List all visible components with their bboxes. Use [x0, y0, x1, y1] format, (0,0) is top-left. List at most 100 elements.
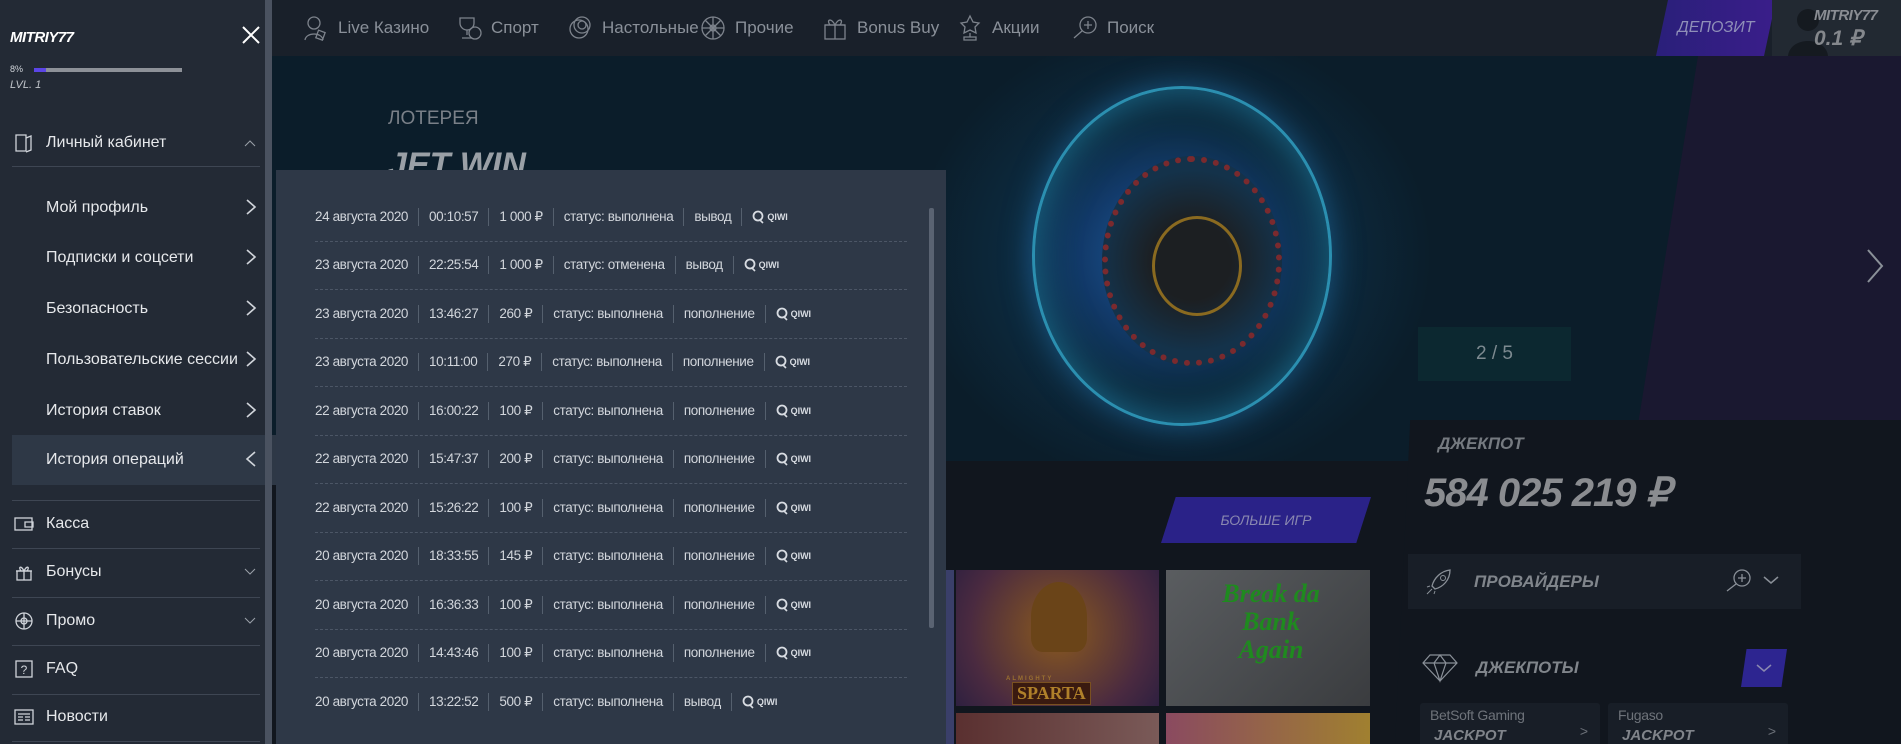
operation-date: 22 августа 2020: [315, 498, 420, 517]
operation-type: пополнение: [674, 595, 766, 614]
nav-live-casino[interactable]: Live Казино: [302, 0, 429, 56]
sidebar-item-sessions[interactable]: Пользовательские сессии: [12, 335, 264, 385]
search-plus-icon[interactable]: [1723, 566, 1753, 596]
operation-row: 22 августа 2020 16:00:22 100 ₽ статус: выпо…: [315, 387, 907, 436]
operation-time: 22:25:54: [419, 256, 490, 275]
operation-amount: 100 ₽: [489, 644, 544, 663]
sidebar-item-subscriptions[interactable]: Подписки и соцсети: [12, 233, 264, 283]
operation-amount: 270 ₽: [488, 353, 543, 372]
operation-date: 20 августа 2020: [315, 693, 420, 712]
qiwi-logo-icon: [776, 598, 788, 612]
qiwi-logo-icon: [776, 646, 788, 660]
operation-date: 23 августа 2020: [315, 304, 420, 323]
chevron-right-icon: >: [1579, 723, 1588, 739]
payment-method: QIWI: [766, 404, 811, 418]
payment-method: QIWI: [766, 646, 811, 660]
payment-method: QIWI: [766, 307, 811, 321]
operations-scrollbar[interactable]: [929, 208, 934, 628]
operation-time: 10:11:00: [419, 353, 489, 372]
jackpot-label: ДЖЕКПОТ: [1438, 434, 1524, 453]
operation-row: 22 августа 2020 15:47:37 200 ₽ статус: выпо…: [315, 436, 907, 484]
news-icon: [14, 709, 34, 725]
operation-row: 23 августа 2020 22:25:54 1 000 ₽ статус: от…: [315, 242, 907, 290]
sidebar: MITRIY77 8% LVL. 1 Личный кабинет Мой пр…: [0, 0, 276, 744]
sidebar-item-bonuses[interactable]: Бонусы: [12, 560, 260, 584]
sidebar-item-promo[interactable]: Промо: [12, 609, 260, 633]
operation-status: статус: выполнена: [543, 693, 674, 712]
payment-method: QIWI: [766, 549, 811, 563]
trophy-ball-icon: [459, 17, 482, 40]
jackpots-title: ДЖЕКПОТЫ: [1476, 658, 1579, 677]
chevron-right-icon[interactable]: [1860, 246, 1890, 286]
sidebar-item-news[interactable]: Новости: [12, 705, 260, 729]
game-tile[interactable]: [1166, 713, 1370, 744]
operation-type: вывод: [684, 207, 743, 226]
operation-type: пополнение: [674, 304, 766, 323]
nav-bonus-buy[interactable]: Bonus Buy: [821, 0, 939, 56]
promo-wheel-icon: [15, 612, 33, 630]
nav-promotions[interactable]: Акции: [956, 0, 1040, 56]
operation-status: статус: отменена: [554, 256, 676, 275]
operation-amount: 1 000 ₽: [489, 256, 554, 275]
operation-date: 22 августа 2020: [315, 450, 420, 469]
sidebar-item-bet-history[interactable]: История ставок: [12, 386, 264, 436]
qiwi-logo-icon: [776, 452, 788, 466]
operation-amount: 100 ₽: [489, 595, 544, 614]
deposit-button[interactable]: ДЕПОЗИТ: [1656, 0, 1776, 56]
sidebar-item-faq[interactable]: ? FAQ: [12, 657, 260, 681]
progress-percent: 8%: [10, 64, 24, 74]
wallet-icon: [14, 517, 34, 531]
sidebar-item-my-profile[interactable]: Мой профиль: [12, 183, 264, 233]
sidebar-item-operations-history[interactable]: История операций: [12, 435, 276, 485]
providers-section[interactable]: ПРОВАЙДЕРЫ: [1408, 554, 1801, 609]
operation-row: 23 августа 2020 13:46:27 260 ₽ статус: выпо…: [315, 290, 907, 339]
game-tile-partial[interactable]: [946, 570, 954, 744]
sidebar-item-cashier[interactable]: Касса: [12, 512, 260, 536]
operation-row: 24 августа 2020 00:10:57 1 000 ₽ статус: вы…: [315, 193, 907, 242]
chevron-down-icon[interactable]: [1763, 574, 1779, 586]
game-tile-break-da-bank[interactable]: Break da Bank Again: [1166, 570, 1370, 706]
sidebar-item-security[interactable]: Безопасность: [12, 284, 264, 334]
chevron-up-icon: [244, 140, 256, 147]
door-icon: [15, 134, 32, 153]
payment-method: QIWI: [742, 210, 788, 224]
close-icon[interactable]: [240, 24, 262, 46]
operation-row: 20 августа 2020 16:36:33 100 ₽ статус: выпо…: [315, 581, 907, 630]
sidebar-scrollbar[interactable]: [265, 0, 272, 744]
divider: [12, 741, 260, 742]
operation-status: статус: выполнена: [543, 498, 674, 517]
qiwi-logo-icon: [744, 258, 756, 272]
operation-status: статус: выполнена: [543, 401, 674, 420]
nav-table-games[interactable]: Настольные: [566, 0, 699, 56]
qiwi-logo-icon: [776, 307, 788, 321]
operation-time: 13:22:52: [419, 693, 490, 712]
operation-amount: 145 ₽: [489, 547, 544, 566]
operation-type: пополнение: [674, 498, 766, 517]
divider: [12, 166, 260, 167]
operation-status: статус: выполнена: [543, 547, 674, 566]
gift-icon: [16, 566, 32, 581]
user-account-button[interactable]: MITRIY77 0.1 ₽: [1772, 0, 1901, 56]
chevron-right-icon: [246, 351, 257, 367]
question-icon: ?: [15, 660, 33, 678]
operation-date: 22 августа 2020: [315, 401, 420, 420]
nav-other[interactable]: Прочие: [699, 0, 794, 56]
divider: [12, 694, 260, 695]
sidebar-item-account[interactable]: Личный кабинет: [12, 130, 260, 156]
operation-type: пополнение: [674, 450, 766, 469]
more-games-button[interactable]: БОЛЬШЕ ИГР: [1161, 497, 1371, 543]
nav-sport[interactable]: Спорт: [455, 0, 539, 56]
roulette-hub-image: [1152, 216, 1242, 316]
game-tile-sparta[interactable]: ALMIGHTY SPARTA: [956, 570, 1159, 706]
game-tile[interactable]: [956, 713, 1159, 744]
nav-search[interactable]: Поиск: [1071, 0, 1154, 56]
jackpot-card[interactable]: Fugaso JACKPOT >: [1608, 703, 1788, 744]
level-progress-fill: [34, 68, 46, 72]
chevron-right-icon: [246, 199, 257, 215]
operation-type: вывод: [676, 256, 734, 275]
chevron-right-icon: [246, 300, 257, 316]
jackpots-toggle-button[interactable]: [1741, 649, 1787, 687]
chevron-right-icon: [246, 249, 257, 265]
jackpot-amount: 584 025 219 ₽: [1424, 471, 1671, 515]
jackpot-card[interactable]: BetSoft Gaming JACKPOT >: [1420, 703, 1600, 744]
